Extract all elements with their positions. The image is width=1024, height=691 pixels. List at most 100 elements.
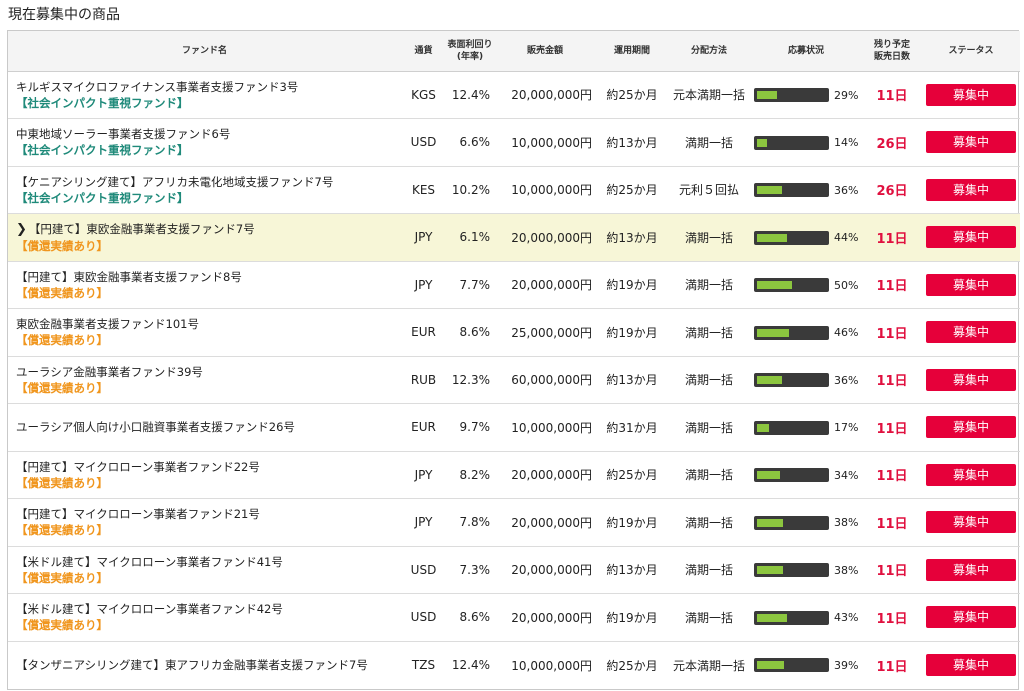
period-cell: 約25か月: [606, 658, 658, 673]
table-row[interactable]: 【円建て】マイクロローン事業者ファンド22号 【償還実績あり】 JPY 8.2%…: [8, 451, 1020, 499]
header-days-line1: 残り予定: [873, 39, 910, 50]
table-row[interactable]: 【ケニアシリング建て】アフリカ未電化地域支援ファンド7号 【社会インパクト重視フ…: [8, 166, 1020, 214]
status-button[interactable]: 募集中: [926, 83, 1016, 106]
status-cell: 募集中: [922, 499, 1020, 547]
status-button[interactable]: 募集中: [926, 131, 1016, 154]
progress-percent: 17%: [834, 421, 859, 434]
status-button[interactable]: 募集中: [926, 226, 1016, 249]
table-row[interactable]: ユーラシア個人向け小口融資事業者支援ファンド26号 EUR 9.7% 10,00…: [8, 404, 1020, 451]
progress-percent: 50%: [834, 278, 859, 292]
currency-cell: TZS: [411, 658, 436, 672]
fund-tag: 【償還実績あり】: [16, 285, 108, 300]
fund-name-text: 【米ドル建て】マイクロローン事業者ファンド41号: [16, 554, 283, 569]
progress-cell: 43%: [750, 594, 862, 642]
table-row[interactable]: 【米ドル建て】マイクロローン事業者ファンド42号 【償還実績あり】 USD 8.…: [8, 594, 1020, 642]
fund-name-link[interactable]: 【ケニアシリング建て】アフリカ未電化地域支援ファンド7号: [16, 174, 401, 190]
rate-cell: 12.4%: [451, 87, 490, 102]
fund-name-text: ユーラシア個人向け小口融資事業者支援ファンド26号: [16, 420, 295, 435]
currency-cell: KGS: [411, 87, 436, 102]
progress-bar: [754, 135, 829, 150]
days-remaining-cell: 11日: [876, 421, 908, 437]
progress-bar-fill: [757, 518, 783, 527]
progress-bar-fill: [757, 233, 787, 242]
fund-name-link[interactable]: 【円建て】東欧金融事業者支援ファンド8号: [16, 269, 401, 285]
progress-percent: 29%: [834, 88, 859, 102]
status-cell: 募集中: [922, 309, 1020, 357]
rate-cell: 6.6%: [459, 135, 491, 150]
fund-table-body: キルギスマイクロファイナンス事業者支援ファンド3号 【社会インパクト重視ファンド…: [8, 71, 1020, 689]
table-row[interactable]: 【米ドル建て】マイクロローン事業者ファンド41号 【償還実績あり】 USD 7.…: [8, 546, 1020, 594]
fund-tag: 【社会インパクト重視ファンド】: [16, 95, 189, 110]
table-row[interactable]: 東欧金融事業者支援ファンド101号 【償還実績あり】 EUR 8.6% 25,0…: [8, 309, 1020, 357]
progress-bar-fill: [757, 661, 784, 670]
status-button[interactable]: 募集中: [926, 416, 1016, 439]
status-button[interactable]: 募集中: [926, 368, 1016, 391]
fund-name-link[interactable]: 【円建て】マイクロローン事業者ファンド21号: [16, 506, 401, 522]
page-title: 現在募集中の商品: [8, 7, 120, 23]
progress-bar: [754, 515, 829, 530]
fund-name-cell: ❯ 【円建て】東欧金融事業者支援ファンド7号 【償還実績あり】: [8, 214, 401, 262]
status-button[interactable]: 募集中: [926, 558, 1016, 581]
fund-name-text: 【米ドル建て】マイクロローン事業者ファンド42号: [16, 602, 283, 617]
fund-tag: 【償還実績あり】: [16, 570, 108, 585]
status-button[interactable]: 募集中: [926, 463, 1016, 486]
fund-name-text: 【円建て】マイクロローン事業者ファンド21号: [16, 507, 260, 522]
rate-cell: 7.8%: [459, 515, 491, 530]
fund-name-text: ユーラシア金融事業者ファンド39号: [16, 364, 203, 379]
table-row[interactable]: キルギスマイクロファイナンス事業者支援ファンド3号 【社会インパクト重視ファンド…: [8, 71, 1020, 119]
status-button[interactable]: 募集中: [926, 321, 1016, 344]
rate-cell: 7.7%: [459, 277, 491, 292]
status-button[interactable]: 募集中: [926, 606, 1016, 629]
period-cell: 約19か月: [606, 278, 658, 293]
progress-cell: 38%: [750, 546, 862, 594]
progress-bar: [754, 563, 829, 577]
fund-name-link[interactable]: ユーラシア金融事業者ファンド39号: [16, 364, 401, 380]
fund-name-link[interactable]: 東欧金融事業者支援ファンド101号: [16, 316, 401, 332]
progress-bar: [754, 230, 829, 245]
header-days-line2: 販売日数: [873, 51, 910, 62]
progress-bar-fill: [757, 471, 780, 479]
status-button[interactable]: 募集中: [926, 178, 1016, 201]
fund-name-cell: 【円建て】東欧金融事業者支援ファンド8号 【償還実績あり】: [8, 261, 401, 309]
table-row[interactable]: 中東地域ソーラー事業者支援ファンド6号 【社会インパクト重視ファンド】 USD …: [8, 119, 1020, 167]
fund-name-link[interactable]: 中東地域ソーラー事業者支援ファンド6号: [16, 126, 401, 142]
fund-tag: 【償還実績あり】: [16, 618, 108, 633]
currency-cell: USD: [410, 135, 437, 150]
distribution-cell: 満期一括: [684, 468, 733, 483]
fund-name-cell: 東欧金融事業者支援ファンド101号 【償還実績あり】: [8, 309, 401, 357]
progress-bar: [754, 610, 829, 625]
fund-tag: 【償還実績あり】: [16, 333, 108, 348]
fund-name-link[interactable]: 【米ドル建て】マイクロローン事業者ファンド41号: [16, 554, 401, 570]
progress-bar: [754, 325, 829, 340]
table-row[interactable]: 【円建て】東欧金融事業者支援ファンド8号 【償還実績あり】 JPY 7.7% 2…: [8, 261, 1020, 309]
fund-name-link[interactable]: キルギスマイクロファイナンス事業者支援ファンド3号: [16, 79, 401, 95]
progress-bar-fill: [757, 376, 782, 384]
rate-cell: 8.2%: [459, 467, 491, 482]
progress-percent: 36%: [834, 183, 859, 197]
progress-cell: 14%: [750, 119, 862, 167]
progress-percent: 38%: [834, 563, 859, 577]
rate-cell: 8.6%: [459, 325, 491, 340]
table-row[interactable]: 【タンザニアシリング建て】東アフリカ金融事業者支援ファンド7号 TZS 12.4…: [8, 641, 1020, 689]
fund-name-text: 中東地域ソーラー事業者支援ファンド6号: [16, 127, 231, 142]
amount-cell: 10,000,000円: [511, 420, 592, 435]
fund-table: ファンド名 通貨 表面利回り (年率) 販売金額 運用期間 分配方法 応募状況 …: [8, 31, 1020, 689]
fund-name-link[interactable]: 【米ドル建て】マイクロローン事業者ファンド42号: [16, 601, 401, 617]
amount-cell: 10,000,000円: [511, 658, 592, 673]
fund-tag: 【社会インパクト重視ファンド】: [16, 190, 189, 205]
table-row[interactable]: ❯ 【円建て】東欧金融事業者支援ファンド7号 【償還実績あり】 JPY 6.1% …: [8, 213, 1020, 262]
currency-cell: JPY: [414, 230, 433, 245]
status-button[interactable]: 募集中: [926, 273, 1016, 296]
fund-name-link[interactable]: 【円建て】マイクロローン事業者ファンド22号: [16, 459, 401, 475]
status-button[interactable]: 募集中: [926, 654, 1016, 676]
fund-name-link[interactable]: ❯ 【円建て】東欧金融事業者支援ファンド7号: [16, 221, 401, 238]
fund-name-link[interactable]: 【タンザニアシリング建て】東アフリカ金融事業者支援ファンド7号: [16, 657, 401, 673]
distribution-cell: 元本満期一括: [672, 88, 745, 103]
fund-tag: 【償還実績あり】: [16, 523, 108, 538]
status-button[interactable]: 募集中: [926, 511, 1016, 534]
fund-name-link[interactable]: ユーラシア個人向け小口融資事業者支援ファンド26号: [16, 419, 401, 435]
table-row[interactable]: 【円建て】マイクロローン事業者ファンド21号 【償還実績あり】 JPY 7.8%…: [8, 499, 1020, 547]
table-row[interactable]: ユーラシア金融事業者ファンド39号 【償還実績あり】 RUB 12.3% 60,…: [8, 356, 1020, 404]
rate-cell: 9.7%: [459, 420, 491, 435]
progress-bar-fill: [757, 281, 792, 289]
